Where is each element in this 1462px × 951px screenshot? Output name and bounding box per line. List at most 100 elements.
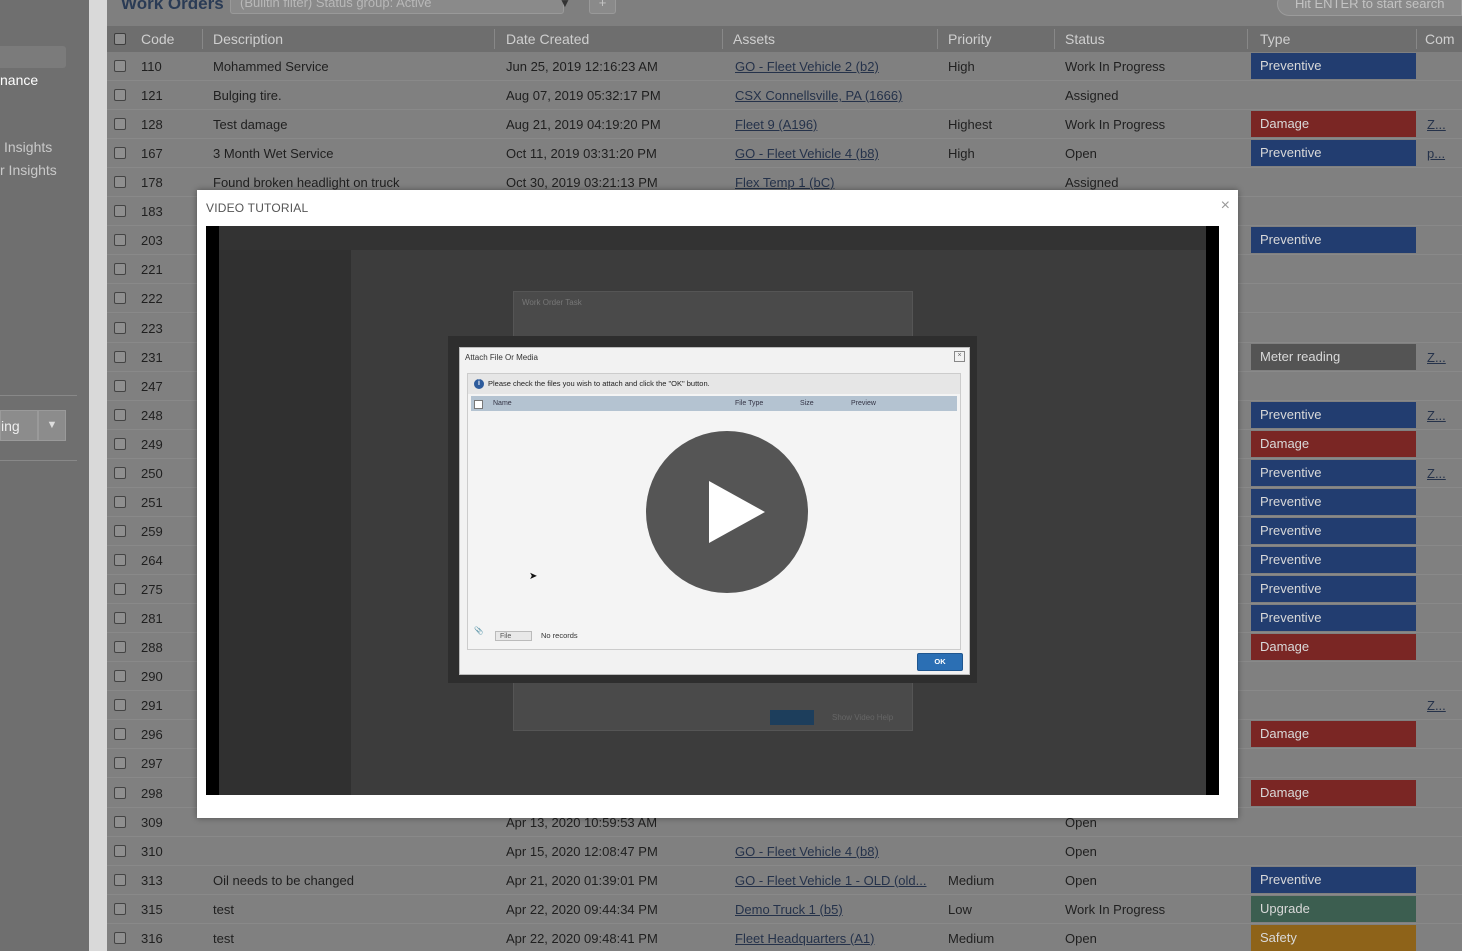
cell-comment-link[interactable] <box>1427 197 1453 225</box>
table-row[interactable]: 316 test Apr 22, 2020 09:48:41 PM Fleet Hea… <box>107 923 1462 951</box>
add-filter-button[interactable]: + <box>589 0 616 14</box>
row-checkbox[interactable] <box>114 670 126 683</box>
cell-comment-link[interactable] <box>1427 808 1453 836</box>
chevron-down-icon[interactable]: ▼ <box>38 410 66 441</box>
cell-comment-link[interactable] <box>1427 314 1453 342</box>
row-checkbox[interactable] <box>114 408 126 421</box>
cell-comment-link[interactable]: Z... <box>1427 691 1453 719</box>
column-divider[interactable] <box>202 29 203 49</box>
cell-comment-link[interactable]: Z... <box>1427 110 1453 138</box>
column-header-date-created[interactable]: Date Created <box>506 26 589 52</box>
cell-comment-link[interactable] <box>1427 255 1453 283</box>
play-icon[interactable] <box>646 431 808 593</box>
sidebar-item-insights[interactable]: Insights <box>4 139 52 155</box>
cell-comment-link[interactable]: Z... <box>1427 343 1453 371</box>
cell-comment-link[interactable] <box>1427 81 1453 109</box>
row-checkbox[interactable] <box>114 176 126 189</box>
column-divider[interactable] <box>494 29 495 49</box>
row-checkbox[interactable] <box>114 786 126 799</box>
row-checkbox[interactable] <box>114 379 126 392</box>
row-checkbox[interactable] <box>114 554 126 567</box>
cell-comment-link[interactable]: Z... <box>1427 401 1453 429</box>
close-icon[interactable]: × <box>1221 197 1230 215</box>
table-row[interactable]: 310 Apr 15, 2020 12:08:47 PM GO - Fleet Ve… <box>107 836 1462 866</box>
cell-asset-link[interactable]: CSX Connellsville, PA (1666) <box>735 81 935 109</box>
filter-select[interactable]: (Builtin filter) Status group: Active <box>230 0 564 14</box>
table-row[interactable]: 313 Oil needs to be changed Apr 21, 2020 0… <box>107 865 1462 895</box>
row-checkbox[interactable] <box>114 147 126 160</box>
cell-comment-link[interactable]: Z... <box>1427 459 1453 487</box>
sidebar-item-maintenance[interactable]: nance <box>0 72 38 88</box>
row-checkbox[interactable] <box>114 292 126 305</box>
cell-asset-link[interactable]: GO - Fleet Vehicle 4 (b8) <box>735 139 935 167</box>
cell-asset-link[interactable]: Demo Truck 1 (b5) <box>735 895 935 923</box>
column-header-priority[interactable]: Priority <box>948 26 992 52</box>
row-checkbox[interactable] <box>114 437 126 450</box>
column-header-type[interactable]: Type <box>1260 26 1290 52</box>
cell-asset-link[interactable]: GO - Fleet Vehicle 2 (b2) <box>735 52 935 80</box>
cell-comment-link[interactable] <box>1427 372 1453 400</box>
sidebar-action-button[interactable]: ing <box>0 410 38 441</box>
row-checkbox[interactable] <box>114 350 126 363</box>
column-divider[interactable] <box>722 29 723 49</box>
row-checkbox[interactable] <box>114 583 126 596</box>
row-checkbox[interactable] <box>114 60 126 72</box>
table-row[interactable]: 128 Test damage Aug 21, 2019 04:19:20 PM Fl… <box>107 110 1462 140</box>
cell-comment-link[interactable]: p... <box>1427 139 1453 167</box>
column-divider[interactable] <box>1054 29 1055 49</box>
row-checkbox[interactable] <box>114 234 126 247</box>
cell-comment-link[interactable] <box>1427 633 1453 661</box>
row-checkbox[interactable] <box>114 873 126 886</box>
cell-comment-link[interactable] <box>1427 895 1453 923</box>
table-row[interactable]: 167 3 Month Wet Service Oct 11, 2019 03:31… <box>107 139 1462 169</box>
row-checkbox[interactable] <box>114 524 126 537</box>
row-checkbox[interactable] <box>114 118 126 131</box>
row-checkbox[interactable] <box>114 466 126 479</box>
cell-comment-link[interactable] <box>1427 662 1453 690</box>
chevron-down-icon[interactable]: ▼ <box>559 0 571 10</box>
row-checkbox[interactable] <box>114 931 126 944</box>
row-checkbox[interactable] <box>114 263 126 276</box>
row-checkbox[interactable] <box>114 612 126 625</box>
cell-comment-link[interactable] <box>1427 168 1453 196</box>
cell-comment-link[interactable] <box>1427 517 1453 545</box>
cell-comment-link[interactable] <box>1427 779 1453 807</box>
video-player[interactable]: Work Order Task Show Video Help Attach F… <box>206 226 1219 795</box>
column-header-assets[interactable]: Assets <box>733 26 775 52</box>
row-checkbox[interactable] <box>114 757 126 770</box>
row-checkbox[interactable] <box>114 205 126 218</box>
row-checkbox[interactable] <box>114 641 126 654</box>
table-row[interactable]: 315 test Apr 22, 2020 09:44:34 PM Demo Truc… <box>107 894 1462 924</box>
cell-comment-link[interactable] <box>1427 488 1453 516</box>
cell-comment-link[interactable] <box>1427 284 1453 312</box>
column-header-status[interactable]: Status <box>1065 26 1105 52</box>
cell-comment-link[interactable] <box>1427 575 1453 603</box>
row-checkbox[interactable] <box>114 495 126 508</box>
cell-comment-link[interactable] <box>1427 866 1453 894</box>
row-checkbox[interactable] <box>114 89 126 102</box>
cell-comment-link[interactable] <box>1427 837 1453 865</box>
row-checkbox[interactable] <box>114 902 126 915</box>
cell-asset-link[interactable]: GO - Fleet Vehicle 4 (b8) <box>735 837 935 865</box>
cell-comment-link[interactable] <box>1427 924 1453 951</box>
column-header-comments[interactable]: Com <box>1425 26 1455 52</box>
cell-comment-link[interactable] <box>1427 720 1453 748</box>
column-divider[interactable] <box>1247 29 1248 49</box>
table-row[interactable]: 121 Bulging tire. Aug 07, 2019 05:32:17 PM… <box>107 81 1462 111</box>
cell-comment-link[interactable] <box>1427 749 1453 777</box>
sidebar-selected-item[interactable] <box>0 46 66 68</box>
cell-asset-link[interactable]: GO - Fleet Vehicle 1 - OLD (old... <box>735 866 935 894</box>
cell-comment-link[interactable] <box>1427 52 1453 80</box>
select-all-checkbox[interactable] <box>114 33 126 45</box>
search-input[interactable]: Hit ENTER to start search <box>1277 0 1462 16</box>
column-header-code[interactable]: Code <box>141 26 174 52</box>
sidebar-item-other-insights[interactable]: r Insights <box>0 162 57 178</box>
row-checkbox[interactable] <box>114 844 126 857</box>
cell-comment-link[interactable] <box>1427 604 1453 632</box>
row-checkbox[interactable] <box>114 728 126 741</box>
column-divider[interactable] <box>1416 29 1417 49</box>
column-divider[interactable] <box>937 29 938 49</box>
cell-asset-link[interactable]: Fleet Headquarters (A1) <box>735 924 935 951</box>
row-checkbox[interactable] <box>114 815 126 828</box>
cell-comment-link[interactable] <box>1427 546 1453 574</box>
